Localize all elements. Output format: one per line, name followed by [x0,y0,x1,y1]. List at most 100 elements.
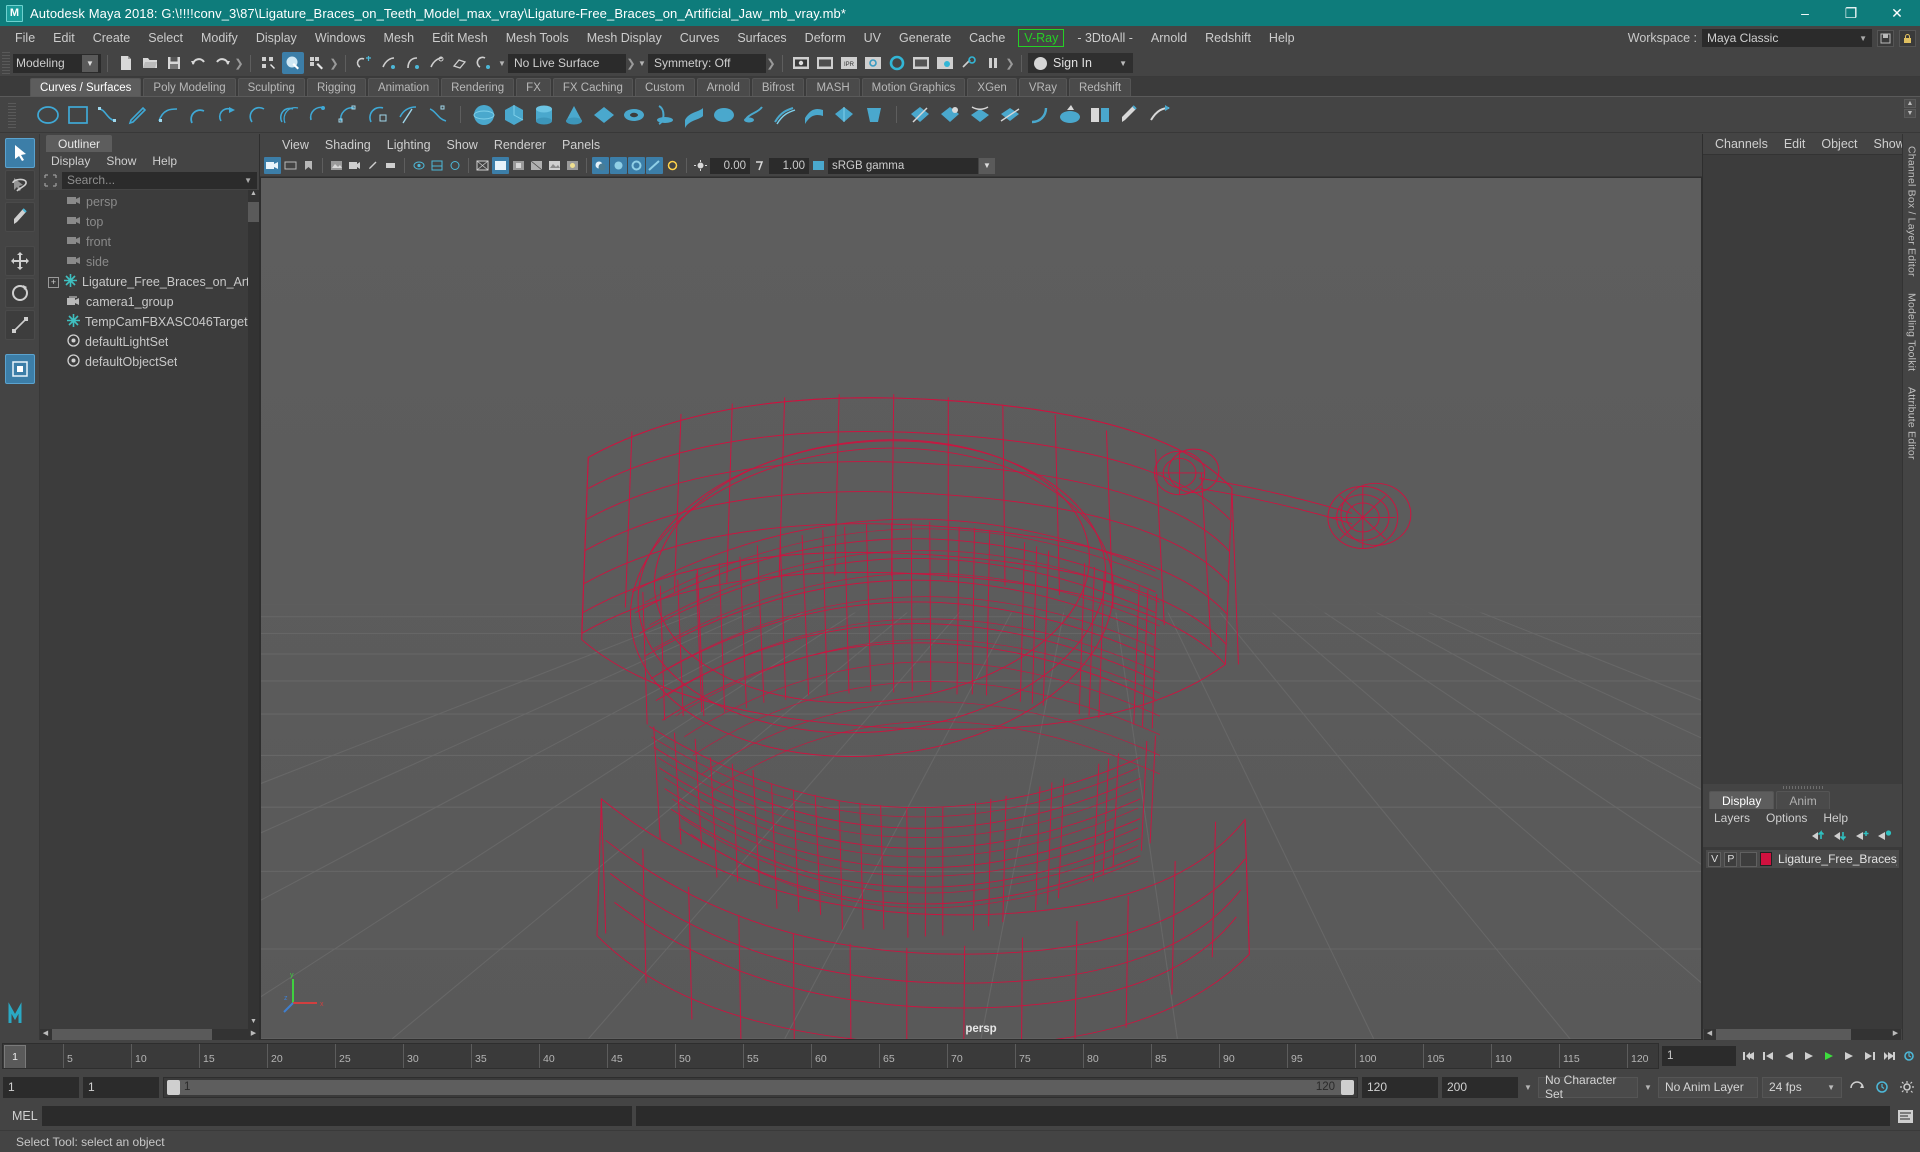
make-live-icon[interactable] [473,52,495,74]
chevron-down-icon[interactable]: ▼ [636,54,648,72]
menu-edit-mesh[interactable]: Edit Mesh [423,28,497,48]
layer-row[interactable]: V P Ligature_Free_Braces_on_Artifi [1706,850,1899,868]
viewport-menu-renderer[interactable]: Renderer [486,136,554,154]
bevel-icon[interactable] [860,101,887,128]
menu-redshift[interactable]: Redshift [1196,28,1260,48]
nurbs-torus-icon[interactable] [620,101,647,128]
render-setup-icon[interactable] [958,52,980,74]
nurbs-circle-icon[interactable] [34,101,61,128]
collapse-arrow-icon[interactable]: ❯ [1005,53,1015,73]
select-by-hierarchy-icon[interactable] [258,52,280,74]
ipr-render-icon[interactable]: IPR [838,52,860,74]
nurbs-sphere-icon[interactable] [470,101,497,128]
snap-to-projected-center-icon[interactable] [425,52,447,74]
view-transform-icon[interactable] [810,157,827,174]
viewport-menu-shading[interactable]: Shading [317,136,379,154]
outliner-item-side[interactable]: side [40,252,259,272]
gamma-icon[interactable] [751,157,768,174]
menu-curves[interactable]: Curves [671,28,729,48]
sign-in-button[interactable]: Sign In ▼ [1028,53,1133,73]
ep-curve-tool-icon[interactable] [94,101,121,128]
chevron-down-icon[interactable]: ▼ [1642,1078,1654,1096]
nurbs-square-icon[interactable] [64,101,91,128]
play-forwards-icon[interactable] [1819,1047,1838,1066]
render-sequence-icon[interactable] [814,52,836,74]
menu-create[interactable]: Create [84,28,140,48]
extrude-icon[interactable] [740,101,767,128]
undo-icon[interactable] [187,52,209,74]
shelf-scroll-down-icon[interactable]: ▼ [1904,109,1916,118]
shelf-tab-curves-surfaces[interactable]: Curves / Surfaces [30,78,142,96]
menu-select[interactable]: Select [139,28,192,48]
chevron-down-icon[interactable]: ▼ [1522,1078,1534,1096]
layer-menu-help[interactable]: Help [1816,810,1855,826]
redo-icon[interactable] [211,52,233,74]
wireframe-shading-icon[interactable] [474,157,491,174]
color-space-value[interactable]: sRGB gamma [828,157,978,174]
offset-curve-icon[interactable] [274,101,301,128]
range-end-handle[interactable] [1341,1079,1354,1095]
loft-icon[interactable] [680,101,707,128]
script-editor-icon[interactable] [1894,1106,1916,1126]
create-new-layer-icon[interactable] [1855,829,1870,845]
layer-visibility-toggle[interactable]: V [1708,851,1722,867]
sculpt-surfaces-icon[interactable] [1056,101,1083,128]
intersect-surfaces-icon[interactable] [996,101,1023,128]
scroll-left-icon[interactable]: ◀ [40,1029,51,1040]
hypershade-icon[interactable] [886,52,908,74]
outliner-search-input[interactable]: Search... ▼ [62,171,257,189]
animation-preferences-gear-icon[interactable] [1896,1077,1917,1098]
range-slider-track[interactable]: 1 120 [163,1076,1358,1098]
smooth-shade-selected-icon[interactable] [510,157,527,174]
live-surface-field[interactable]: No Live Surface [508,53,626,73]
surface-fillet-icon[interactable] [1026,101,1053,128]
scale-tool-icon[interactable] [4,310,35,340]
menu-modify[interactable]: Modify [192,28,247,48]
render-view-aux-icon[interactable] [934,52,956,74]
channelbox-menu-object[interactable]: Object [1813,135,1865,153]
render-view-icon[interactable] [910,52,932,74]
range-end-field[interactable]: 120 [1362,1076,1438,1098]
two-sided-lighting-icon[interactable] [382,157,399,174]
arc-tool-icon[interactable] [184,101,211,128]
menu-deform[interactable]: Deform [796,28,855,48]
outliner-item-default-light-set[interactable]: defaultLightSet [40,332,259,352]
paint-selection-tool-icon[interactable] [4,202,35,232]
scroll-left-icon[interactable]: ◀ [1704,1029,1715,1040]
command-input-field[interactable] [42,1106,632,1126]
shelf-tab-mash[interactable]: MASH [806,78,860,96]
untrim-icon[interactable] [936,101,963,128]
xray-joints-icon[interactable] [446,157,463,174]
pencil-curve-tool-icon[interactable] [124,101,151,128]
auto-key-loop-icon[interactable] [1846,1077,1867,1098]
shelf-tab-motion-graphics[interactable]: Motion Graphics [861,78,966,96]
save-scene-icon[interactable] [163,52,185,74]
menu-generate[interactable]: Generate [890,28,960,48]
viewport-3d-canvas[interactable]: y x z persp [260,177,1702,1040]
menu-vray[interactable]: V-Ray [1018,29,1065,47]
show-manipulator-tool-icon[interactable] [4,354,35,384]
shelf-tab-redshift[interactable]: Redshift [1068,78,1132,96]
create-layer-from-selected-icon[interactable] [1877,829,1892,845]
use-all-lights-icon[interactable] [564,157,581,174]
workspace-lock-icon[interactable] [1899,29,1916,47]
nurbs-cylinder-icon[interactable] [530,101,557,128]
outliner-item-persp[interactable]: persp [40,192,259,212]
textured-icon[interactable] [546,157,563,174]
shelf-tab-animation[interactable]: Animation [367,78,440,96]
viewport-menu-view[interactable]: View [274,136,317,154]
anim-layer-dropdown[interactable]: No Anim Layer [1658,1076,1758,1098]
select-by-object-icon[interactable] [282,52,304,74]
menu-arnold[interactable]: Arnold [1142,28,1196,48]
channel-box-content[interactable] [1703,154,1902,784]
render-settings-icon[interactable] [862,52,884,74]
channelbox-menu-edit[interactable]: Edit [1776,135,1814,153]
exposure-value[interactable]: 0.00 [710,157,750,174]
vtab-modeling-toolkit[interactable]: Modeling Toolkit [1905,285,1919,379]
shelf-tab-poly-modeling[interactable]: Poly Modeling [143,78,236,96]
anti-alias-icon[interactable] [646,157,663,174]
lasso-tool-icon[interactable] [4,170,35,200]
shelf-tab-vray[interactable]: VRay [1018,78,1067,96]
vtab-channel-box-layer-editor[interactable]: Channel Box / Layer Editor [1905,138,1919,285]
outliner-item-ligature-free-braces[interactable]: + Ligature_Free_Braces_on_Artificial_Jaw [40,272,259,292]
